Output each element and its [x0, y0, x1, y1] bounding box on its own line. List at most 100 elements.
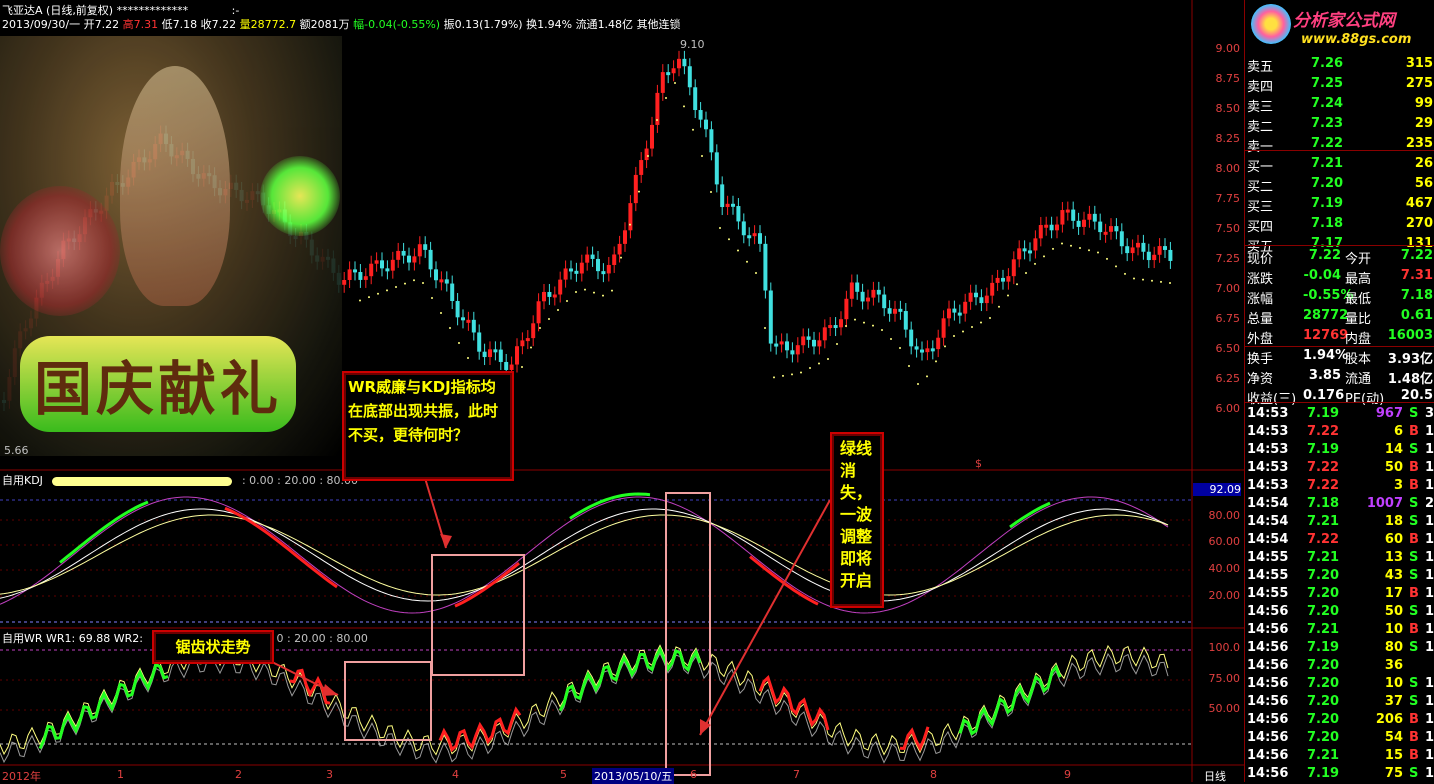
candle-body	[1065, 209, 1070, 213]
quote-label: 涨跌	[1247, 272, 1274, 287]
order-book-price: 7.25	[1311, 76, 1344, 91]
tick-row[interactable]: 14:55 7.20 43 S 1	[1245, 567, 1434, 585]
quote-row: 换手 1.94% 股本 3.93亿	[1245, 347, 1434, 367]
order-book-row[interactable]: 卖二 7.23 29	[1245, 115, 1434, 135]
tick-count: 24	[1425, 496, 1434, 511]
tick-price: 7.22	[1307, 532, 1340, 547]
tick-volume: 17	[1384, 586, 1403, 601]
order-book-row[interactable]: 买一 7.21 26	[1245, 155, 1434, 175]
candle-body	[628, 203, 633, 231]
tick-row[interactable]: 14:56 7.21 10 B 1	[1245, 621, 1434, 639]
tick-price: 7.20	[1307, 730, 1340, 745]
sar-dot	[980, 321, 982, 324]
quote-label: 最高	[1345, 272, 1372, 287]
candle-body	[358, 272, 363, 280]
sar-dot	[575, 291, 577, 293]
tick-price: 7.18	[1307, 496, 1340, 511]
sar-dot	[935, 360, 937, 363]
tick-time: 14:56	[1247, 748, 1289, 763]
sar-dot	[710, 191, 712, 193]
tick-volume: 15	[1384, 748, 1403, 763]
tick-volume: 43	[1384, 568, 1403, 583]
tick-row[interactable]: 14:56 7.20 10 S 1	[1245, 675, 1434, 693]
tick-volume: 50	[1384, 604, 1403, 619]
logo[interactable]: 分析家公式网 www.88gs.com	[1245, 0, 1434, 52]
sar-dot	[1025, 272, 1027, 274]
sar-dot	[521, 366, 523, 368]
tick-time: 14:53	[1247, 424, 1289, 439]
order-book-row[interactable]: 卖三 7.24 99	[1245, 95, 1434, 115]
tick-count: 1	[1425, 766, 1434, 781]
tick-row[interactable]: 14:55 7.21 13 S 1	[1245, 549, 1434, 567]
candle-body	[736, 206, 741, 222]
order-book-row[interactable]: 买二 7.20 56	[1245, 175, 1434, 195]
quote-label: 总量	[1247, 312, 1274, 327]
tick-row[interactable]: 14:54 7.18 1007 S 24	[1245, 495, 1434, 513]
tick-count: 1	[1425, 424, 1434, 439]
tick-side: B	[1409, 460, 1419, 475]
price-axis-label: 8.00	[1215, 162, 1241, 175]
order-book-row[interactable]: 买四 7.18 270	[1245, 215, 1434, 235]
tick-row[interactable]: 14:53 7.19 967 S 33	[1245, 405, 1434, 423]
order-book-row[interactable]: 卖四 7.25 275	[1245, 75, 1434, 95]
tick-row[interactable]: 14:56 7.21 15 B 1	[1245, 747, 1434, 765]
order-book-row[interactable]: 卖一 7.22 235	[1245, 135, 1434, 155]
candle-body	[1125, 246, 1130, 254]
order-book-row[interactable]: 买三 7.19 467	[1245, 195, 1434, 215]
tick-price: 7.20	[1307, 712, 1340, 727]
order-book-volume: 26	[1414, 156, 1433, 171]
candle-body	[466, 319, 471, 323]
tick-row[interactable]: 14:54 7.21 18 S 1	[1245, 513, 1434, 531]
tick-count: 1	[1425, 748, 1434, 763]
tick-count: 1	[1425, 568, 1434, 583]
tick-time: 14:54	[1247, 496, 1289, 511]
order-book-label: 买四	[1247, 220, 1274, 235]
candle-body	[390, 259, 395, 271]
candle-body	[1044, 224, 1049, 228]
order-book-row[interactable]: 卖五 7.26 315	[1245, 55, 1434, 75]
kline-chart-area[interactable]: 国庆献礼 飞亚达A (日线,前复权) ************* :- 2013…	[0, 0, 1244, 784]
tick-price: 7.21	[1307, 748, 1340, 763]
tick-row[interactable]: 14:56 7.20 206 B 1	[1245, 711, 1434, 729]
candle-body	[428, 249, 433, 270]
tick-row[interactable]: 14:55 7.20 17 B 1	[1245, 585, 1434, 603]
date-axis-label: 9	[1064, 768, 1071, 781]
candle-body	[369, 263, 374, 277]
sar-dot	[1052, 247, 1054, 250]
tick-row[interactable]: 14:54 7.22 60 B 1	[1245, 531, 1434, 549]
quote-label: 流通	[1345, 372, 1372, 387]
order-book-price: 7.21	[1311, 156, 1344, 171]
tick-side: S	[1409, 568, 1419, 583]
tick-row[interactable]: 14:56 7.19 80 S 1	[1245, 639, 1434, 657]
tick-row[interactable]: 14:53 7.19 14 S 1	[1245, 441, 1434, 459]
candle-body	[596, 258, 600, 272]
price-axis-label: 6.25	[1215, 372, 1241, 385]
tick-side: B	[1409, 532, 1419, 547]
tick-volume: 206	[1375, 712, 1403, 727]
tick-price: 7.19	[1307, 406, 1340, 421]
quote-value: 0.61	[1400, 308, 1433, 323]
tick-price: 7.19	[1307, 640, 1340, 655]
tick-row[interactable]: 14:53 7.22 50 B 1	[1245, 459, 1434, 477]
tick-count: 33	[1425, 406, 1434, 421]
sar-dot	[1106, 257, 1108, 260]
sar-dot	[449, 327, 451, 329]
candle-body	[644, 148, 649, 161]
tick-row[interactable]: 14:56 7.19 75 S 1	[1245, 765, 1434, 783]
tick-row[interactable]: 14:56 7.20 37 S 1	[1245, 693, 1434, 711]
tick-row[interactable]: 14:56 7.20 50 S 1	[1245, 603, 1434, 621]
candle-body	[1038, 225, 1043, 239]
sar-dot	[845, 325, 847, 327]
tick-row[interactable]: 14:56 7.20 36	[1245, 657, 1434, 675]
candle-body	[806, 336, 811, 340]
tick-volume: 3	[1393, 478, 1403, 493]
candle-body	[1103, 231, 1108, 235]
candle-body	[785, 341, 789, 351]
order-book-label: 买一	[1247, 160, 1274, 175]
candle-body	[860, 291, 865, 302]
tick-row[interactable]: 14:56 7.20 54 B 1	[1245, 729, 1434, 747]
candle-body	[725, 203, 730, 208]
tick-row[interactable]: 14:53 7.22 3 B 1	[1245, 477, 1434, 495]
tick-row[interactable]: 14:53 7.22 6 B 1	[1245, 423, 1434, 441]
candle-body	[1136, 242, 1140, 248]
